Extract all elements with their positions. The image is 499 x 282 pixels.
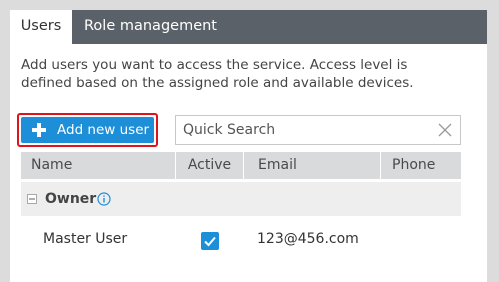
active-checkbox[interactable] [201, 232, 219, 250]
description-text: Add users you want to access the service… [21, 57, 414, 91]
user-name: Master User [43, 231, 128, 247]
tab-bar: Users Role management [10, 10, 487, 44]
info-icon[interactable] [97, 192, 111, 206]
tab-users[interactable]: Users [10, 10, 72, 44]
group-row-owner: Owner [21, 182, 461, 216]
add-new-user-button[interactable]: Add new user [21, 117, 154, 143]
plus-icon [32, 123, 46, 137]
column-header-phone[interactable]: Phone [381, 152, 461, 179]
column-header-name[interactable]: Name [21, 152, 176, 179]
table-header: Name Active Email Phone [21, 152, 461, 179]
group-name: Owner [45, 191, 97, 207]
quick-search-input[interactable]: Quick Search [175, 115, 461, 145]
collapse-icon[interactable] [27, 194, 37, 204]
search-placeholder: Quick Search [183, 122, 276, 138]
user-email: 123@456.com [257, 231, 359, 247]
column-header-email[interactable]: Email [244, 152, 381, 179]
check-icon [204, 236, 216, 247]
clear-icon[interactable] [438, 123, 452, 137]
add-new-user-label: Add new user [57, 122, 150, 138]
tab-role-management[interactable]: Role management [72, 10, 229, 44]
table-row[interactable]: Master User 123@456.com [21, 221, 461, 261]
column-header-active[interactable]: Active [176, 152, 244, 179]
